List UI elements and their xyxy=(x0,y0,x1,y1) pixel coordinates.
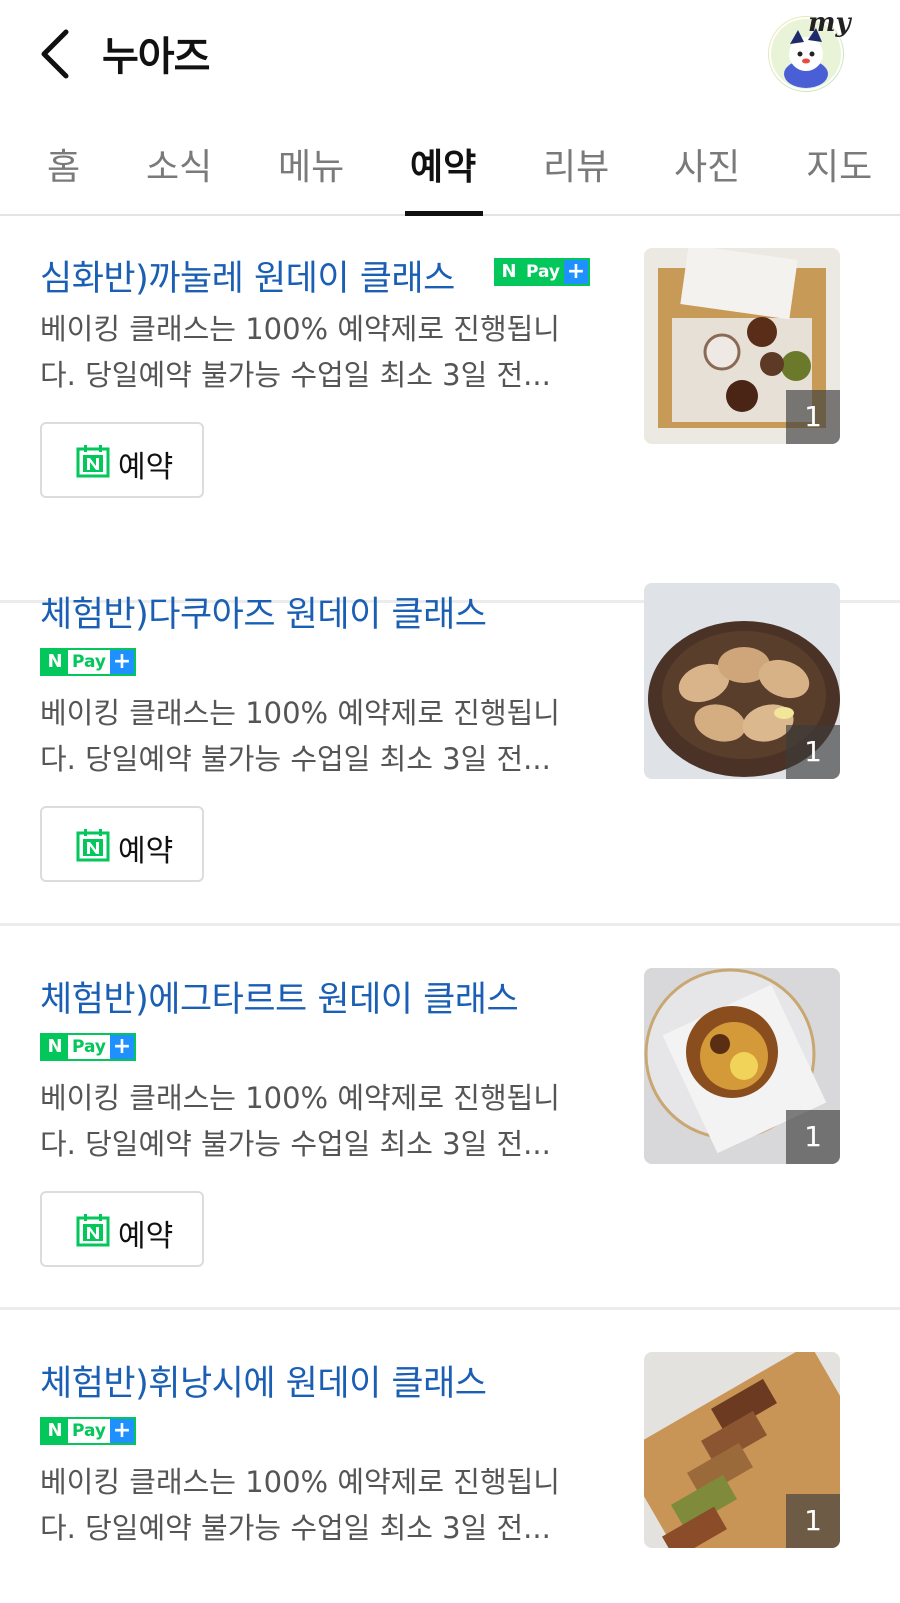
reserve-button[interactable]: 예약 xyxy=(40,422,204,498)
reserve-button-label: 예약 xyxy=(118,1219,174,1254)
back-button[interactable] xyxy=(34,26,80,82)
item-photo[interactable]: 1 xyxy=(644,583,840,779)
pay-label: Pay xyxy=(71,652,107,672)
plus-icon: + xyxy=(110,650,134,674)
list-item: 체험반)에그타르트 원데이 클래스 N Pay + 베이킹 클래스는 100% … xyxy=(0,925,900,1310)
plus-icon: + xyxy=(110,1419,134,1443)
npay-plus-badge: N Pay + xyxy=(40,648,136,676)
npay-plus-badge: N Pay + xyxy=(40,1033,136,1061)
naver-n-icon: N xyxy=(42,1035,68,1059)
app-header: 누아즈 my xyxy=(0,0,900,110)
active-tab-indicator xyxy=(405,211,483,216)
npay-plus-badge: N Pay + xyxy=(494,258,590,286)
item-title[interactable]: 심화반)까눌레 원데이 클래스 xyxy=(40,250,455,301)
reserve-button-label: 예약 xyxy=(118,450,174,485)
naver-n-icon: N xyxy=(496,260,522,284)
reserve-button[interactable]: 예약 xyxy=(40,806,204,882)
pay-label: Pay xyxy=(522,260,564,284)
page-title: 누아즈 xyxy=(102,34,210,80)
item-photo[interactable]: 1 xyxy=(644,248,840,444)
pay-label: Pay xyxy=(71,1421,107,1441)
description-line: 다. 당일예약 불가능 수업일 최소 3일 전... xyxy=(40,358,551,392)
item-description: 베이킹 클래스는 100% 예약제로 진행됩니 다. 당일예약 불가능 수업일 … xyxy=(40,1075,610,1167)
description-line: 베이킹 클래스는 100% 예약제로 진행됩니 xyxy=(40,696,560,730)
item-title[interactable]: 체험반)휘낭시에 원데이 클래스 xyxy=(40,1355,487,1406)
photo-count: 1 xyxy=(786,725,840,779)
chevron-left-icon xyxy=(41,29,69,79)
tab-photos[interactable]: 사진 xyxy=(674,138,740,190)
tab-map[interactable]: 지도 xyxy=(806,138,872,190)
description-line: 베이킹 클래스는 100% 예약제로 진행됩니 xyxy=(40,312,560,346)
photo-count: 1 xyxy=(786,390,840,444)
tab-bar: 홈 소식 메뉴 예약 리뷰 사진 지도 xyxy=(0,118,900,216)
item-description: 베이킹 클래스는 100% 예약제로 진행됩니 다. 당일예약 불가능 수업일 … xyxy=(40,306,610,398)
description-line: 다. 당일예약 불가능 수업일 최소 3일 전... xyxy=(40,1511,551,1545)
photo-count: 1 xyxy=(786,1110,840,1164)
naver-calendar-icon xyxy=(76,829,110,862)
list-item: 체험반)다쿠아즈 원데이 클래스 N Pay + 베이킹 클래스는 100% 예… xyxy=(0,540,900,926)
item-title[interactable]: 체험반)에그타르트 원데이 클래스 xyxy=(40,971,519,1022)
naver-n-icon: N xyxy=(42,650,68,674)
item-photo[interactable]: 1 xyxy=(644,968,840,1164)
naver-n-icon: N xyxy=(42,1419,68,1443)
naver-calendar-icon xyxy=(76,445,110,478)
item-description: 베이킹 클래스는 100% 예약제로 진행됩니 다. 당일예약 불가능 수업일 … xyxy=(40,1459,610,1551)
npay-plus-badge: N Pay + xyxy=(40,1417,136,1445)
avatar-my-label: my xyxy=(808,8,851,38)
photo-count: 1 xyxy=(786,1494,840,1548)
reserve-button[interactable]: 예약 xyxy=(40,1191,204,1267)
tab-reservation[interactable]: 예약 xyxy=(410,138,476,190)
description-line: 베이킹 클래스는 100% 예약제로 진행됩니 xyxy=(40,1081,560,1115)
list-item: 체험반)휘낭시에 원데이 클래스 N Pay + 베이킹 클래스는 100% 예… xyxy=(0,1309,900,1603)
tab-home[interactable]: 홈 xyxy=(47,138,80,190)
pay-label: Pay xyxy=(71,1037,107,1057)
item-description: 베이킹 클래스는 100% 예약제로 진행됩니 다. 당일예약 불가능 수업일 … xyxy=(40,690,610,782)
naver-calendar-icon xyxy=(76,1214,110,1247)
tab-news[interactable]: 소식 xyxy=(146,138,212,190)
reserve-button-label: 예약 xyxy=(118,834,174,869)
plus-icon: + xyxy=(110,1035,134,1059)
description-line: 다. 당일예약 불가능 수업일 최소 3일 전... xyxy=(40,1127,551,1161)
tab-menu[interactable]: 메뉴 xyxy=(278,138,344,190)
tab-reviews[interactable]: 리뷰 xyxy=(543,138,609,190)
description-line: 베이킹 클래스는 100% 예약제로 진행됩니 xyxy=(40,1465,560,1499)
item-title[interactable]: 체험반)다쿠아즈 원데이 클래스 xyxy=(40,586,487,637)
item-photo[interactable]: 1 xyxy=(644,1352,840,1548)
description-line: 다. 당일예약 불가능 수업일 최소 3일 전... xyxy=(40,742,551,776)
plus-icon: + xyxy=(564,260,588,284)
